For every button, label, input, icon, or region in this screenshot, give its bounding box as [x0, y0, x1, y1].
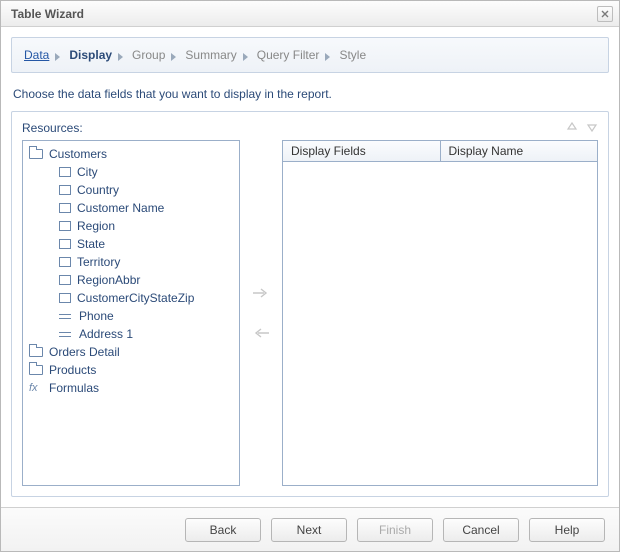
tree-node[interactable]: fx Formulas [29, 379, 237, 397]
help-button[interactable]: Help [529, 518, 605, 542]
breadcrumb-step: Style [339, 48, 366, 62]
tree-node[interactable]: Orders Detail [29, 343, 237, 361]
tree-node-label: Customer Name [77, 201, 164, 215]
tree-node-label: Customers [49, 147, 107, 161]
field-icon [59, 239, 71, 249]
tree-node[interactable]: Products [29, 361, 237, 379]
grid-header: Display Fields Display Name [283, 141, 597, 162]
folder-open-icon [29, 149, 43, 159]
text-field-icon [59, 329, 73, 339]
chevron-right-icon [116, 51, 128, 59]
tree-node-label: Products [49, 363, 96, 377]
tree-node-label: Territory [77, 255, 120, 269]
folder-icon [29, 365, 43, 375]
chevron-right-icon [241, 51, 253, 59]
transfer-buttons [248, 140, 274, 486]
wizard-body: Data Display Group Summary Query Filter Style… [1, 27, 619, 507]
tree-node-label: Formulas [49, 381, 99, 395]
next-button[interactable]: Next [271, 518, 347, 542]
tree-node[interactable]: Country [59, 181, 237, 199]
tree-node[interactable]: Address 1 [59, 325, 237, 343]
tree-node[interactable]: Territory [59, 253, 237, 271]
breadcrumb: Data Display Group Summary Query Filter Style [11, 37, 609, 73]
chevron-right-icon [169, 51, 181, 59]
tree-node-label: State [77, 237, 105, 251]
add-field-button[interactable] [251, 285, 271, 301]
footer: Back Next Finish Cancel Help [1, 507, 619, 551]
back-button[interactable]: Back [185, 518, 261, 542]
resources-label: Resources: [22, 121, 83, 135]
resources-header-row: Resources: [22, 120, 598, 140]
tree-node[interactable]: City [59, 163, 237, 181]
close-button[interactable] [597, 6, 613, 22]
arrow-left-icon [252, 327, 270, 339]
field-icon [59, 167, 71, 177]
finish-button[interactable]: Finish [357, 518, 433, 542]
move-up-button[interactable] [566, 120, 578, 136]
tree-node[interactable]: State [59, 235, 237, 253]
instruction-text: Choose the data fields that you want to … [13, 87, 607, 101]
cancel-button[interactable]: Cancel [443, 518, 519, 542]
tree-node-label: Phone [79, 309, 114, 323]
tree-node-label: RegionAbbr [77, 273, 140, 287]
tree-node-label: CustomerCityStateZip [77, 291, 194, 305]
chevron-right-icon [53, 51, 65, 59]
breadcrumb-step[interactable]: Data [24, 48, 49, 62]
field-icon [59, 275, 71, 285]
window-title: Table Wizard [11, 7, 84, 21]
tree-node[interactable]: Customer Name [59, 199, 237, 217]
text-field-icon [59, 311, 73, 321]
breadcrumb-step: Summary [185, 48, 236, 62]
arrow-down-icon [586, 121, 598, 133]
breadcrumb-step: Query Filter [257, 48, 320, 62]
wizard-window: Table Wizard Data Display Group Summary Quer… [0, 0, 620, 552]
field-icon [59, 293, 71, 303]
field-icon [59, 257, 71, 267]
folder-icon [29, 347, 43, 357]
field-icon [59, 221, 71, 231]
arrow-right-icon [252, 287, 270, 299]
formula-icon: fx [29, 382, 43, 394]
tree-node-label: City [77, 165, 98, 179]
tree-node[interactable]: RegionAbbr [59, 271, 237, 289]
tree-node[interactable]: Phone [59, 307, 237, 325]
grid-column-header[interactable]: Display Fields [283, 141, 441, 161]
breadcrumb-step: Group [132, 48, 165, 62]
resources-tree[interactable]: Customers City Country Customer Name Region S… [22, 140, 240, 486]
close-icon [601, 10, 609, 18]
display-fields-grid[interactable]: Display Fields Display Name [282, 140, 598, 486]
tree-node-label: Address 1 [79, 327, 133, 341]
remove-field-button[interactable] [251, 325, 271, 341]
titlebar: Table Wizard [1, 1, 619, 27]
tree-node[interactable]: Region [59, 217, 237, 235]
tree-node[interactable]: CustomerCityStateZip [59, 289, 237, 307]
tree-node-label: Orders Detail [49, 345, 120, 359]
columns: Customers City Country Customer Name Region S… [22, 140, 598, 486]
field-icon [59, 185, 71, 195]
breadcrumb-step: Display [69, 48, 112, 62]
tree-node[interactable]: Customers [29, 145, 237, 163]
tree-node-label: Country [77, 183, 119, 197]
field-icon [59, 203, 71, 213]
move-down-button[interactable] [586, 120, 598, 136]
arrow-up-icon [566, 121, 578, 133]
reorder-controls [566, 120, 598, 136]
tree-node-label: Region [77, 219, 115, 233]
grid-column-header[interactable]: Display Name [441, 141, 598, 161]
chevron-right-icon [323, 51, 335, 59]
main-panel: Resources: Customers City Country Customer … [11, 111, 609, 497]
